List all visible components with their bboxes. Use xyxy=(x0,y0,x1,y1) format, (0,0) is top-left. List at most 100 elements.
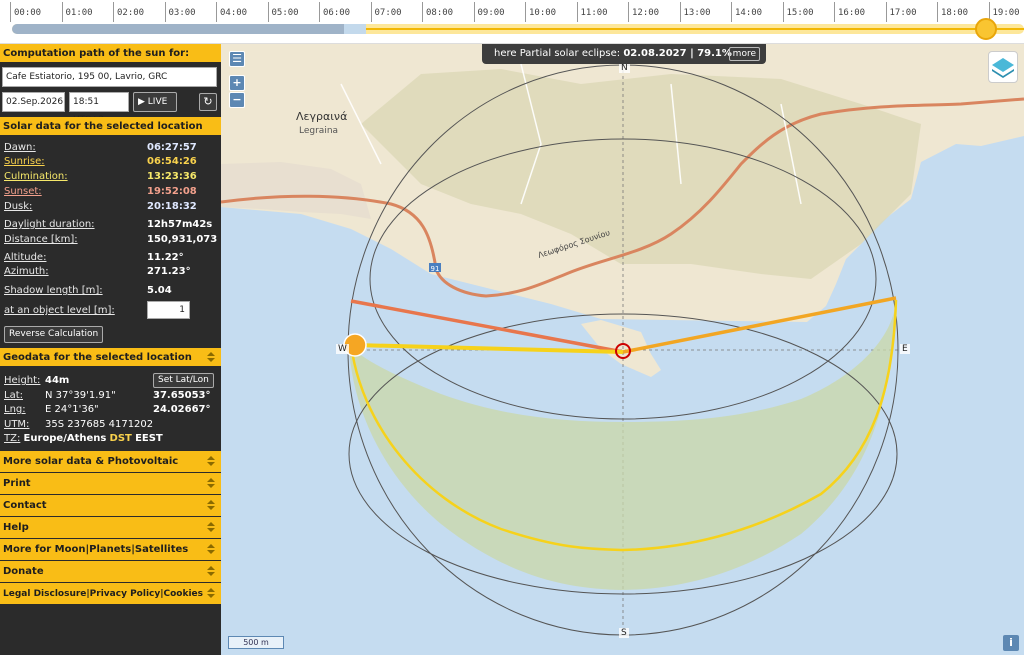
dawn-value: 06:27:57 xyxy=(147,142,197,153)
menu-contact[interactable]: Contact xyxy=(0,495,221,517)
sunset-value: 19:52:08 xyxy=(147,186,197,197)
daylight-row: Daylight duration: xyxy=(4,219,95,230)
timeline-hour-label: 00:00 xyxy=(10,2,41,22)
shadow-row: Shadow length [m]: xyxy=(4,285,103,296)
eclipse-prefix: here Partial solar eclipse: xyxy=(494,48,621,59)
timeline-hour-label: 19:00 xyxy=(988,2,1020,22)
expand-collapse-icon xyxy=(206,566,216,577)
expand-collapse-icon xyxy=(206,456,216,467)
object-level-row: at an object level [m]: xyxy=(4,305,115,316)
expand-collapse-icon xyxy=(206,352,216,363)
lat-row: Lat: xyxy=(4,390,23,401)
height-row: Height: xyxy=(4,375,41,386)
azimuth-row: Azimuth: xyxy=(4,266,49,277)
dawn-row: Dawn: xyxy=(4,142,36,153)
place-name-latin: Legraina xyxy=(299,126,338,136)
distance-row: Distance [km]: xyxy=(4,234,78,245)
object-level-input[interactable]: 1 xyxy=(147,301,190,319)
location-search-input[interactable]: Cafe Estiatorio, 195 00, Lavrio, GRC xyxy=(2,67,217,87)
lng-dms-value: E 24°1'36" xyxy=(45,404,99,415)
date-input[interactable]: 02.Sep.2026 xyxy=(2,92,65,112)
timeline-hour-label: 06:00 xyxy=(319,2,350,22)
menu-icon[interactable]: ☰ xyxy=(229,51,245,67)
timeline-hour-label: 16:00 xyxy=(834,2,865,22)
altitude-row: Altitude: xyxy=(4,252,47,263)
layers-icon[interactable] xyxy=(988,51,1018,83)
compass-south-label: S xyxy=(619,628,629,638)
tz-value: Europe/Athens xyxy=(23,433,107,444)
menu-moon-planets-satellites[interactable]: More for Moon|Planets|Satellites xyxy=(0,539,221,561)
expand-collapse-icon xyxy=(206,544,216,555)
timeline-hour-label: 11:00 xyxy=(576,2,608,22)
sidebar: Computation path of the sun for: Cafe Es… xyxy=(0,44,221,655)
expand-collapse-icon xyxy=(206,522,216,533)
timeline-hour-label: 05:00 xyxy=(267,2,299,22)
geodata-header[interactable]: Geodata for the selected location xyxy=(0,348,221,367)
lng-row: Lng: xyxy=(4,404,26,415)
sunset-row: Sunset: xyxy=(4,186,42,197)
road-shield-label: 91 xyxy=(431,265,440,273)
timeline-hour-label: 15:00 xyxy=(782,2,814,22)
utm-value: 35S 237685 4171202 xyxy=(45,419,154,430)
menu-solar-photovoltaic[interactable]: More solar data & Photovoltaic xyxy=(0,451,221,473)
scale-bar: 500 m xyxy=(228,636,284,649)
time-input[interactable]: 18:51 UTC+3 xyxy=(69,92,129,125)
culmination-value: 13:23:36 xyxy=(147,171,197,182)
play-icon: ▶ xyxy=(138,97,145,107)
solar-data-header: Solar data for the selected location xyxy=(0,117,221,136)
expand-collapse-icon xyxy=(206,500,216,511)
lat-dms-value: N 37°39'1.91" xyxy=(45,390,116,401)
altitude-value: 11.22° xyxy=(147,252,184,263)
compass-north-label: N xyxy=(619,63,630,73)
daylight-value: 12h57m42s xyxy=(147,219,213,230)
azimuth-value: 271.23° xyxy=(147,266,191,277)
timeline-hour-label: 18:00 xyxy=(937,2,968,22)
info-icon[interactable]: i xyxy=(1003,635,1019,651)
lng-decimal-value: 24.02667° xyxy=(153,404,211,415)
sunrise-row: Sunrise: xyxy=(4,156,45,167)
reverse-calculation-button[interactable]: Reverse Calculation xyxy=(4,326,104,343)
expand-collapse-icon xyxy=(206,588,216,599)
place-name-greek: Λεγραινά xyxy=(296,110,347,123)
timeline-hour-label: 03:00 xyxy=(164,2,196,22)
geodata-header-label: Geodata for the selected location xyxy=(3,352,192,363)
compass-east-label: E xyxy=(900,344,910,354)
timeline-hour-label: 08:00 xyxy=(422,2,453,22)
eclipse-more-button[interactable]: more xyxy=(728,47,760,61)
height-value: 44m xyxy=(45,375,70,386)
zoom-in-icon[interactable]: + xyxy=(229,75,245,91)
layers-icon-svg xyxy=(992,58,1014,78)
culmination-row: Culmination: xyxy=(4,171,68,182)
utm-row: UTM: xyxy=(4,419,30,430)
time-slider[interactable]: 00:00 01:00 02:00 03:00 04:00 05:00 06:00 07:00… xyxy=(0,0,1024,44)
live-button[interactable]: ▶ LIVE xyxy=(133,92,177,112)
shadow-value: 5.04 xyxy=(147,285,172,296)
menu-legal[interactable]: Legal Disclosure|Privacy Policy|Cookies xyxy=(0,583,221,605)
timeline-hour-label: 04:00 xyxy=(216,2,247,22)
sidebar-menu: More solar data & Photovoltaic Print Con… xyxy=(0,451,221,605)
menu-help[interactable]: Help xyxy=(0,517,221,539)
computation-path-header: Computation path of the sun for: xyxy=(0,44,221,63)
set-lat-lon-button[interactable]: Set Lat/Lon xyxy=(153,373,214,388)
timeline-hour-label: 12:00 xyxy=(628,2,659,22)
timeline-hour-label: 17:00 xyxy=(885,2,917,22)
sunrise-value: 06:54:26 xyxy=(147,156,197,167)
timeline-hour-label: 13:00 xyxy=(679,2,711,22)
timeline-hour-label: 01:00 xyxy=(61,2,93,22)
dusk-row: Dusk: xyxy=(4,201,33,212)
eclipse-value: 02.08.2027 | 79.1% xyxy=(623,48,732,59)
timeline-hour-label: 14:00 xyxy=(731,2,762,22)
zoom-out-icon[interactable]: − xyxy=(229,92,245,108)
timeline-twilight-segment xyxy=(344,24,366,34)
time-slider-handle[interactable] xyxy=(975,18,997,40)
menu-print[interactable]: Print xyxy=(0,473,221,495)
live-button-label: LIVE xyxy=(147,97,168,107)
menu-donate[interactable]: Donate xyxy=(0,561,221,583)
refresh-icon[interactable]: ↻ xyxy=(199,93,217,111)
timeline-hour-label: 02:00 xyxy=(113,2,144,22)
timeline-day-line xyxy=(366,28,1024,30)
timeline-hour-label: 10:00 xyxy=(525,2,556,22)
tz-dst-badge: DST xyxy=(109,433,132,444)
dusk-value: 20:18:32 xyxy=(147,201,197,212)
compass-west-label: W xyxy=(336,344,349,354)
